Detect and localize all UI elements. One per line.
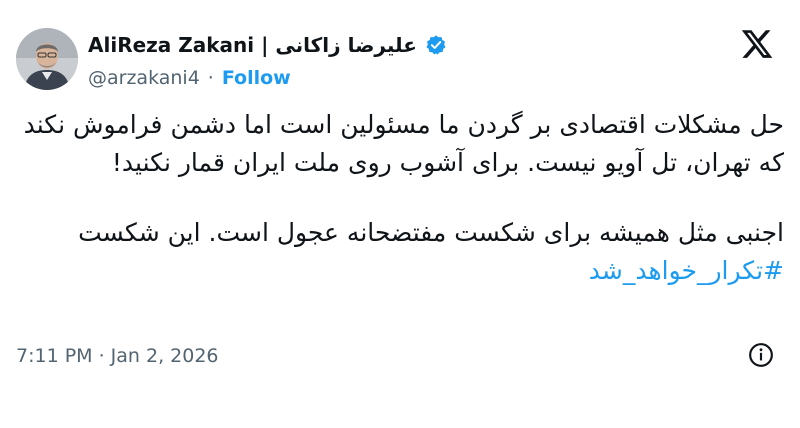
tweet-card: AliReza Zakani | علیرضا زاکانی @arzakani… xyxy=(0,0,800,428)
display-name-row: AliReza Zakani | علیرضا زاکانی xyxy=(88,32,447,58)
separator-dot: · xyxy=(207,67,214,89)
tweet-header: AliReza Zakani | علیرضا زاکانی @arzakani… xyxy=(16,16,784,96)
user-handle[interactable]: @arzakani4 xyxy=(88,66,200,90)
avatar-image xyxy=(16,28,78,90)
user-info: AliReza Zakani | علیرضا زاکانی @arzakani… xyxy=(88,32,447,90)
info-icon[interactable] xyxy=(748,342,774,368)
tweet-paragraph-2-text: اجنبی مثل همیشه برای شکست مفتضحانه عجول … xyxy=(78,218,784,247)
tweet-text: حل مشکلات اقتصادی بر گردن ما مسئولین است… xyxy=(16,106,784,290)
verified-badge-icon xyxy=(426,35,446,55)
display-name[interactable]: AliReza Zakani | علیرضا زاکانی xyxy=(88,32,417,58)
tweet-paragraph-1: حل مشکلات اقتصادی بر گردن ما مسئولین است… xyxy=(23,110,784,177)
follow-button[interactable]: Follow xyxy=(222,66,291,90)
x-logo-icon[interactable] xyxy=(740,27,774,61)
tweet-paragraph-2: اجنبی مثل همیشه برای شکست مفتضحانه عجول … xyxy=(16,214,784,290)
hashtag-link[interactable]: #تکرار_خواهد_شد xyxy=(589,256,784,285)
avatar[interactable] xyxy=(16,28,78,90)
tweet-timestamp[interactable]: 7:11 PM · Jan 2, 2026 xyxy=(16,342,219,370)
handle-row: @arzakani4 · Follow xyxy=(88,66,447,90)
